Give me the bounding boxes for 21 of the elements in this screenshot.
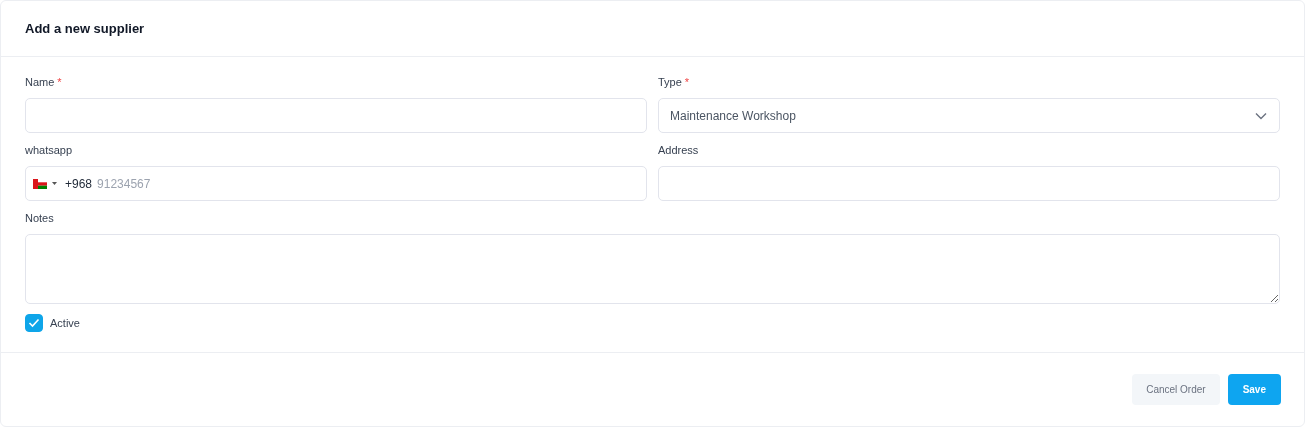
form-title: Add a new supplier (25, 21, 145, 36)
field-label: Notes (25, 212, 54, 225)
checkbox[interactable] (25, 314, 43, 332)
cancel-button[interactable]: Cancel Order (1132, 374, 1220, 405)
caret-icon (52, 182, 57, 185)
chevron-down-icon (1255, 111, 1267, 120)
select-field[interactable]: Maintenance Workshop (658, 98, 1280, 133)
notes-field[interactable] (25, 234, 1280, 304)
field-label: Type (658, 76, 682, 89)
phone-field[interactable]: +968 91234567 (25, 166, 647, 201)
flag-icon (33, 178, 47, 189)
check-icon (28, 318, 40, 328)
field-label: whatsapp (25, 144, 73, 157)
field-label: Address (658, 144, 699, 157)
required-mark: * (57, 76, 62, 89)
checkbox-label: Active (50, 317, 80, 329)
required-mark: * (684, 76, 690, 89)
field-label: Name (25, 76, 55, 89)
text-field[interactable] (658, 166, 1280, 201)
dial-code: +968 (65, 176, 93, 191)
text-field[interactable] (25, 98, 647, 133)
